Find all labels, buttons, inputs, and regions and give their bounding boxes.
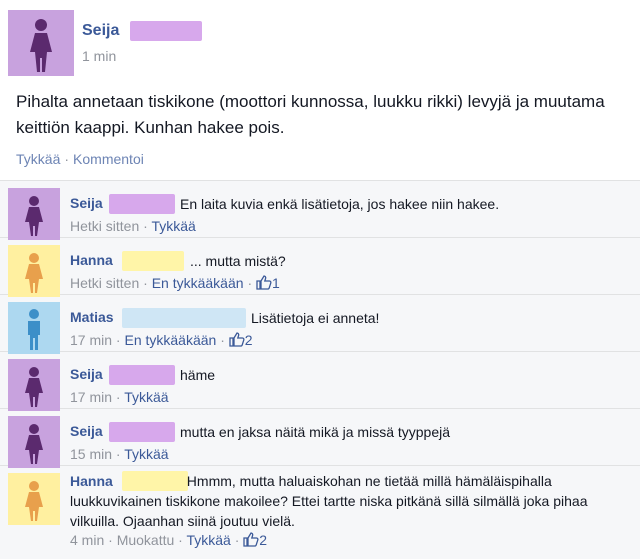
commenter-avatar[interactable] xyxy=(8,302,60,354)
comment: Hanna Hmmm, mutta haluaiskohan ne tietää … xyxy=(0,466,640,559)
like-link[interactable]: Tykkää xyxy=(124,446,168,462)
comment-timestamp[interactable]: 17 min xyxy=(70,389,112,405)
author-avatar[interactable] xyxy=(8,10,74,76)
comment-timestamp[interactable]: Hetki sitten xyxy=(70,275,139,291)
comment-link[interactable]: Kommentoi xyxy=(73,151,144,167)
like-link[interactable]: Tykkää xyxy=(151,218,195,234)
comment: Hanna ... mutta mistä? Hetki sitten · En… xyxy=(0,238,640,297)
commenter-avatar[interactable] xyxy=(8,245,60,297)
female-silhouette-icon xyxy=(8,10,74,76)
comment-meta: Hetki sitten · En tykkääkään · 1 xyxy=(70,275,280,291)
comment-text: En laita kuvia enkä lisätietoja, jos hak… xyxy=(180,196,500,212)
female-silhouette-icon xyxy=(8,416,60,468)
comments-section: Seija En laita kuvia enkä lisätietoja, j… xyxy=(0,180,640,559)
separator: · xyxy=(115,446,121,462)
like-count[interactable]: 1 xyxy=(256,275,280,291)
comment-meta: 17 min · Tykkää xyxy=(70,389,169,405)
separator: · xyxy=(64,151,70,167)
redacted-surname xyxy=(122,308,246,328)
commenter-name[interactable]: Hanna xyxy=(70,473,113,489)
comment-text: häme xyxy=(180,367,216,383)
commenter-avatar[interactable] xyxy=(8,473,60,525)
separator: · xyxy=(115,389,121,405)
like-count-value: 2 xyxy=(244,332,253,348)
separator: · xyxy=(178,532,183,548)
redacted-surname xyxy=(109,365,175,385)
comment-timestamp[interactable]: Hetki sitten xyxy=(70,218,139,234)
commenter-avatar[interactable] xyxy=(8,188,60,240)
comment: Seija häme 17 min · Tykkää xyxy=(0,352,640,411)
separator: · xyxy=(220,332,225,348)
comment-body: Hanna Hmmm, mutta haluaiskohan ne tietää … xyxy=(70,471,630,531)
redacted-surname xyxy=(122,251,184,271)
thumbs-up-icon xyxy=(243,532,259,547)
comment-timestamp[interactable]: 17 min xyxy=(70,332,112,348)
like-count-value: 1 xyxy=(272,275,280,291)
commenter-name[interactable]: Hanna xyxy=(70,252,113,268)
separator: · xyxy=(143,275,148,291)
redacted-surname xyxy=(130,21,202,41)
comment-text: Lisätietoja ei anneta! xyxy=(251,310,380,326)
like-link[interactable]: Tykkää xyxy=(16,151,60,167)
unlike-link[interactable]: En tykkääkään xyxy=(124,332,216,348)
post-author-name[interactable]: Seija xyxy=(82,22,119,40)
female-silhouette-icon xyxy=(8,359,60,411)
comment: Seija mutta en jaksa näitä mikä ja missä… xyxy=(0,409,640,468)
separator: · xyxy=(108,532,113,548)
like-link[interactable]: Tykkää xyxy=(186,532,230,548)
separator: · xyxy=(115,332,121,348)
like-count[interactable]: 2 xyxy=(229,332,253,348)
comment-meta: 4 min · Muokattu · Tykkää · 2 xyxy=(70,532,267,548)
separator: · xyxy=(143,218,148,234)
like-count-value: 2 xyxy=(259,532,268,548)
commenter-name[interactable]: Seija xyxy=(70,366,103,382)
comment-timestamp[interactable]: 4 min xyxy=(70,532,104,548)
post-timestamp[interactable]: 1 min xyxy=(82,48,116,64)
commenter-name[interactable]: Matias xyxy=(70,309,114,325)
commenter-name[interactable]: Seija xyxy=(70,195,103,211)
female-silhouette-icon xyxy=(8,188,60,240)
post-body: Pihalta annetaan tiskikone (moottori kun… xyxy=(16,92,605,137)
like-link[interactable]: Tykkää xyxy=(124,389,168,405)
commenter-avatar[interactable] xyxy=(8,416,60,468)
redacted-surname xyxy=(109,422,175,442)
separator: · xyxy=(247,275,253,291)
like-count[interactable]: 2 xyxy=(243,532,267,548)
female-silhouette-icon xyxy=(8,473,60,525)
separator: · xyxy=(234,532,240,548)
thumbs-up-icon xyxy=(256,275,272,290)
comment-meta: 15 min · Tykkää xyxy=(70,446,169,462)
post-actions: Tykkää · Kommentoi xyxy=(16,151,144,167)
edited-label[interactable]: Muokattu xyxy=(117,532,175,548)
thumbs-up-icon xyxy=(229,332,245,347)
commenter-name[interactable]: Seija xyxy=(70,423,103,439)
comment-text: Hmmm, mutta haluaiskohan ne tietää millä… xyxy=(70,473,588,529)
comment-timestamp[interactable]: 15 min xyxy=(70,446,112,462)
comment: Seija En laita kuvia enkä lisätietoja, j… xyxy=(0,181,640,240)
redacted-surname xyxy=(109,194,175,214)
male-silhouette-icon xyxy=(8,302,60,354)
unlike-link[interactable]: En tykkääkään xyxy=(152,275,244,291)
comment-meta: Hetki sitten · Tykkää xyxy=(70,218,196,234)
comment-text: ... mutta mistä? xyxy=(190,253,286,269)
female-silhouette-icon xyxy=(8,245,60,297)
post: Seija 1 min Pihalta annetaan tiskikone (… xyxy=(0,0,640,172)
commenter-avatar[interactable] xyxy=(8,359,60,411)
comment-text: mutta en jaksa näitä mikä ja missä tyypp… xyxy=(180,424,451,440)
comment-meta: 17 min · En tykkääkään · 2 xyxy=(70,332,253,348)
comment: Matias Lisätietoja ei anneta! 17 min · E… xyxy=(0,295,640,354)
